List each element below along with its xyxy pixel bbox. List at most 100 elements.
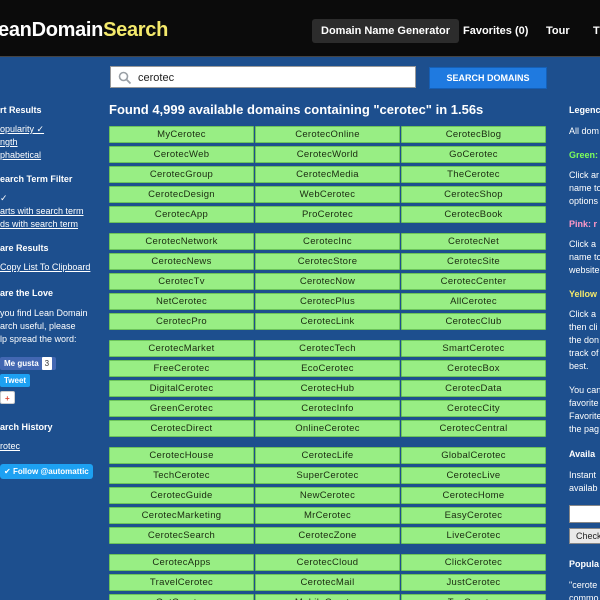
domain-result-cell[interactable]: SmartCerotec — [401, 340, 546, 357]
domain-result-cell[interactable]: CerotecCentral — [401, 420, 546, 437]
domain-result-cell[interactable]: LiveCerotec — [401, 527, 546, 544]
domain-result-cell[interactable]: CerotecNet — [401, 233, 546, 250]
domain-result-cell[interactable]: CerotecNetwork — [109, 233, 254, 250]
availability-heading: Availa — [569, 449, 596, 459]
legend-pink-text: Click a — [569, 239, 597, 249]
domain-result-cell[interactable]: FreeCerotec — [109, 360, 254, 377]
domain-result-cell[interactable]: CerotecZone — [255, 527, 400, 544]
filter-option-any[interactable]: ✓ — [0, 193, 8, 204]
search-domains-button[interactable]: SEARCH DOMAINS — [429, 67, 547, 89]
filter-option-ends-with[interactable]: ds with search term — [0, 219, 78, 229]
domain-result-cell[interactable]: CerotecSearch — [109, 527, 254, 544]
domain-result-cell[interactable]: OnlineCerotec — [255, 420, 400, 437]
domain-result-cell[interactable]: CerotecOnline — [255, 126, 400, 143]
nav-domain-name-generator[interactable]: Domain Name Generator — [312, 19, 459, 43]
domain-result-cell[interactable]: DigitalCerotec — [109, 380, 254, 397]
sort-option-popularity[interactable]: opularity ✓ — [0, 124, 44, 135]
domain-result-cell[interactable]: CerotecGuide — [109, 487, 254, 504]
domain-result-cell[interactable]: CerotecHouse — [109, 447, 254, 464]
domain-result-cell[interactable]: CerotecStore — [255, 253, 400, 270]
search-input[interactable] — [138, 69, 408, 86]
love-text-line: arch useful, please — [0, 321, 76, 331]
domain-result-cell[interactable]: CerotecWorld — [255, 146, 400, 163]
domain-result-cell[interactable]: EcoCerotec — [255, 360, 400, 377]
domain-result-cell[interactable]: GetCerotec — [109, 594, 254, 600]
domain-result-cell[interactable]: CerotecData — [401, 380, 546, 397]
domain-result-cell[interactable]: CerotecDirect — [109, 420, 254, 437]
domain-result-cell[interactable]: CerotecBlog — [401, 126, 546, 143]
domain-result-cell[interactable]: SuperCerotec — [255, 467, 400, 484]
filter-option-starts-with[interactable]: arts with search term — [0, 206, 84, 216]
domain-result-cell[interactable]: CerotecCloud — [255, 554, 400, 571]
domain-result-cell[interactable]: CerotecCenter — [401, 273, 546, 290]
search-box[interactable] — [110, 66, 416, 88]
check-availability-button[interactable]: Check — [569, 528, 600, 544]
domain-result-cell[interactable]: CerotecMarket — [109, 340, 254, 357]
share-the-love-heading: are the Love — [0, 288, 54, 298]
follow-automattic-button[interactable]: ✔ Follow @automattic — [0, 464, 93, 479]
domain-result-cell[interactable]: GlobalCerotec — [401, 447, 546, 464]
domain-result-cell[interactable]: TheCerotec — [401, 166, 546, 183]
nav-tour[interactable]: Tour — [546, 19, 570, 43]
domain-result-cell[interactable]: CerotecNews — [109, 253, 254, 270]
legend-green-text: options — [569, 196, 599, 206]
copy-list-to-clipboard-link[interactable]: Copy List To Clipboard — [0, 262, 90, 272]
facebook-like-button[interactable]: Me gusta 3 — [0, 357, 57, 370]
domain-result-cell[interactable]: WebCerotec — [255, 186, 400, 203]
results-summary-title: Found 4,999 available domains containing… — [109, 102, 484, 117]
domain-result-cell[interactable]: CerotecTv — [109, 273, 254, 290]
domain-result-cell[interactable]: CerotecLive — [401, 467, 546, 484]
domain-result-cell[interactable]: EasyCerotec — [401, 507, 546, 524]
sort-option-alphabetical[interactable]: phabetical — [0, 150, 41, 160]
sort-option-length[interactable]: ngth — [0, 137, 18, 147]
domain-result-cell[interactable]: CerotecApps — [109, 554, 254, 571]
domain-result-cell[interactable]: CerotecCity — [401, 400, 546, 417]
domain-result-cell[interactable]: CerotecPlus — [255, 293, 400, 310]
domain-result-cell[interactable]: JustCerotec — [401, 574, 546, 591]
domain-result-cell[interactable]: MobileCerotec — [255, 594, 400, 600]
domain-result-cell[interactable]: CerotecInc — [255, 233, 400, 250]
domain-result-cell[interactable]: GreenCerotec — [109, 400, 254, 417]
domain-result-cell[interactable]: CerotecLink — [255, 313, 400, 330]
domain-result-cell[interactable]: CerotecInfo — [255, 400, 400, 417]
domain-result-cell[interactable]: CerotecMail — [255, 574, 400, 591]
legend-pink-label: Pink: r — [569, 219, 598, 229]
availability-text: availab — [569, 483, 598, 493]
domain-result-cell[interactable]: CerotecTech — [255, 340, 400, 357]
like-count: 3 — [41, 357, 53, 370]
domain-result-cell[interactable]: CerotecLife — [255, 447, 400, 464]
tweet-button[interactable]: Tweet — [0, 374, 31, 387]
domain-result-cell[interactable]: TechCerotec — [109, 467, 254, 484]
domain-result-cell[interactable]: TravelCerotec — [109, 574, 254, 591]
domain-result-cell[interactable]: CerotecHub — [255, 380, 400, 397]
domain-result-cell[interactable]: CerotecDesign — [109, 186, 254, 203]
domain-result-cell[interactable]: TopCerotec — [401, 594, 546, 600]
domain-result-cell[interactable]: CerotecGroup — [109, 166, 254, 183]
domain-result-cell[interactable]: CerotecShop — [401, 186, 546, 203]
domain-result-cell[interactable]: CerotecPro — [109, 313, 254, 330]
domain-result-cell[interactable]: CerotecClub — [401, 313, 546, 330]
domain-result-cell[interactable]: NewCerotec — [255, 487, 400, 504]
google-plus-button[interactable]: + — [0, 391, 15, 404]
domain-result-cell[interactable]: CerotecMedia — [255, 166, 400, 183]
domain-result-cell[interactable]: CerotecNow — [255, 273, 400, 290]
search-history-item[interactable]: rotec — [0, 441, 20, 451]
domain-result-cell[interactable]: NetCerotec — [109, 293, 254, 310]
domain-result-cell[interactable]: CerotecApp — [109, 206, 254, 223]
domain-result-cell[interactable]: CerotecSite — [401, 253, 546, 270]
domain-result-cell[interactable]: CerotecMarketing — [109, 507, 254, 524]
domain-result-cell[interactable]: CerotecHome — [401, 487, 546, 504]
nav-favorites[interactable]: Favorites (0) — [463, 19, 528, 43]
domain-result-cell[interactable]: CerotecWeb — [109, 146, 254, 163]
domain-result-cell[interactable]: MyCerotec — [109, 126, 254, 143]
domain-result-cell[interactable]: ProCerotec — [255, 206, 400, 223]
domain-result-cell[interactable]: CerotecBook — [401, 206, 546, 223]
domain-result-cell[interactable]: CerotecBox — [401, 360, 546, 377]
like-label: Me gusta — [4, 359, 39, 368]
domain-result-cell[interactable]: GoCerotec — [401, 146, 546, 163]
domain-result-cell[interactable]: ClickCerotec — [401, 554, 546, 571]
domain-result-cell[interactable]: AllCerotec — [401, 293, 546, 310]
availability-domain-input[interactable] — [569, 505, 600, 523]
domain-result-cell[interactable]: MrCerotec — [255, 507, 400, 524]
search-term-filter-heading: earch Term Filter — [0, 174, 73, 184]
